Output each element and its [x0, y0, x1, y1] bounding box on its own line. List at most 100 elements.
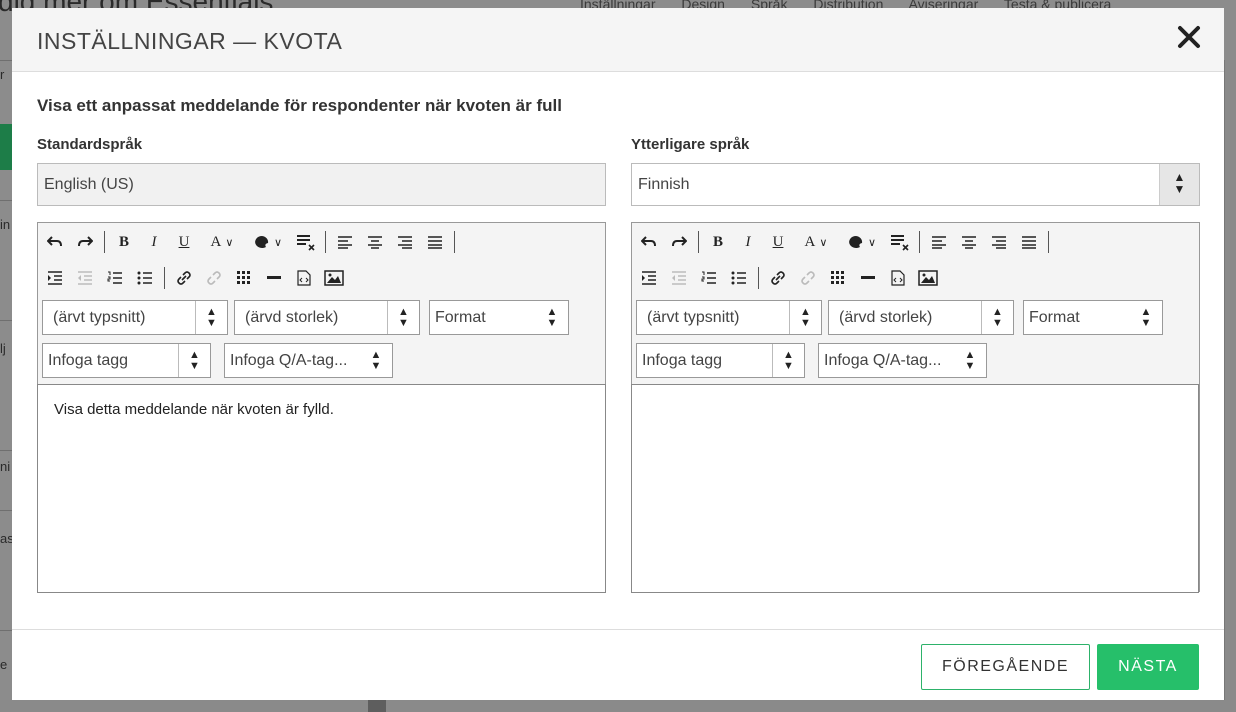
- select-arrows-icon: ▲ ▼: [964, 349, 976, 372]
- italic-button[interactable]: I: [139, 229, 169, 255]
- unlink-icon[interactable]: [793, 265, 823, 291]
- default-language-text-area[interactable]: Visa detta meddelande när kvoten är fyll…: [37, 384, 606, 593]
- insert-qa-tag-value: Infoga Q/A-tag...: [824, 352, 942, 369]
- indent-icon[interactable]: [40, 265, 70, 291]
- editor-toolbar-row-1: B I U A ∨ ∨: [40, 227, 459, 257]
- underline-button[interactable]: U: [169, 229, 199, 255]
- default-language-field: English (US): [37, 163, 606, 206]
- dialog-body: Visa ett anpassat meddelande för respond…: [37, 96, 1200, 593]
- bold-button[interactable]: B: [109, 229, 139, 255]
- outdent-icon[interactable]: [70, 265, 100, 291]
- insert-qa-tag-select[interactable]: Infoga Q/A-tag... ▲ ▼: [224, 343, 393, 378]
- insert-tag-value: Infoga tagg: [48, 352, 129, 369]
- background-green-button: [0, 124, 12, 170]
- underline-button[interactable]: U: [763, 229, 793, 255]
- bg-row: in: [0, 200, 12, 240]
- numbered-list-icon[interactable]: [100, 265, 130, 291]
- align-center-icon[interactable]: [954, 229, 984, 255]
- select-arrows-icon: ▲ ▼: [546, 306, 558, 329]
- additional-language-select[interactable]: Finnish ▲ ▼: [631, 163, 1200, 206]
- font-family-select[interactable]: (ärvt typsnitt) ▲ ▼: [636, 300, 822, 335]
- bg-row: r: [0, 60, 12, 90]
- insert-tag-value: Infoga tagg: [642, 352, 723, 369]
- link-icon[interactable]: [763, 265, 793, 291]
- font-color-button[interactable]: A ∨: [793, 229, 839, 255]
- font-size-value: (ärvd storlek): [839, 309, 933, 326]
- clear-format-icon[interactable]: [291, 229, 321, 255]
- source-code-icon[interactable]: [883, 265, 913, 291]
- background-right-strip: [1224, 60, 1236, 700]
- align-right-icon[interactable]: [984, 229, 1014, 255]
- bullet-list-icon[interactable]: [724, 265, 754, 291]
- table-icon[interactable]: [229, 265, 259, 291]
- insert-tag-select[interactable]: Infoga tagg ▲ ▼: [42, 343, 211, 378]
- additional-language-editor: B I U A ∨ ∨ (ärvt typsnitt) ▲ ▼ (ärvd st…: [631, 222, 1200, 593]
- additional-language-value: Finnish: [638, 176, 690, 193]
- select-arrows-icon: ▲ ▼: [178, 344, 210, 377]
- close-icon[interactable]: [1176, 22, 1202, 52]
- default-language-editor: B I U A ∨ ∨ (ärvt typsnitt) ▲ ▼ (ärvd st…: [37, 222, 606, 593]
- next-button[interactable]: NÄSTA: [1097, 644, 1199, 690]
- source-code-icon[interactable]: [289, 265, 319, 291]
- table-icon[interactable]: [823, 265, 853, 291]
- background-color-button[interactable]: ∨: [245, 229, 291, 255]
- align-left-icon[interactable]: [330, 229, 360, 255]
- horizontal-rule-icon[interactable]: [259, 265, 289, 291]
- horizontal-rule-icon[interactable]: [853, 265, 883, 291]
- undo-icon[interactable]: [634, 229, 664, 255]
- additional-language-label: Ytterligare språk: [631, 136, 750, 153]
- select-arrows-icon: ▲ ▼: [789, 301, 821, 334]
- font-color-button[interactable]: A ∨: [199, 229, 245, 255]
- numbered-list-icon[interactable]: [694, 265, 724, 291]
- align-center-icon[interactable]: [360, 229, 390, 255]
- background-bottom: [0, 700, 1236, 712]
- editor-content: Visa detta meddelande när kvoten är fyll…: [54, 401, 334, 418]
- bg-row: as: [0, 510, 12, 570]
- font-size-select[interactable]: (ärvd storlek) ▲ ▼: [234, 300, 420, 335]
- image-icon[interactable]: [319, 265, 349, 291]
- align-left-icon[interactable]: [924, 229, 954, 255]
- redo-icon[interactable]: [70, 229, 100, 255]
- align-right-icon[interactable]: [390, 229, 420, 255]
- insert-qa-tag-select[interactable]: Infoga Q/A-tag... ▲ ▼: [818, 343, 987, 378]
- select-arrows-icon: ▲ ▼: [387, 301, 419, 334]
- additional-language-column: Ytterligare språk Finnish ▲ ▼ B I U A ∨ ∨: [631, 136, 1200, 593]
- dialog-subtitle: Visa ett anpassat meddelande för respond…: [37, 96, 562, 115]
- quota-settings-dialog: INSTÄLLNINGAR — KVOTA Visa ett anpassat …: [12, 8, 1224, 700]
- font-family-select[interactable]: (ärvt typsnitt) ▲ ▼: [42, 300, 228, 335]
- additional-language-text-area[interactable]: [631, 384, 1199, 593]
- font-size-select[interactable]: (ärvd storlek) ▲ ▼: [828, 300, 1014, 335]
- select-arrows-icon: ▲ ▼: [195, 301, 227, 334]
- font-size-value: (ärvd storlek): [245, 309, 339, 326]
- image-icon[interactable]: [913, 265, 943, 291]
- default-language-column: Standardspråk English (US) B I U A ∨ ∨ (…: [37, 136, 606, 593]
- insert-tag-select[interactable]: Infoga tagg ▲ ▼: [636, 343, 805, 378]
- redo-icon[interactable]: [664, 229, 694, 255]
- font-color-icon: A: [210, 233, 222, 250]
- format-value: Format: [435, 309, 486, 326]
- format-select[interactable]: Format ▲ ▼: [1023, 300, 1163, 335]
- dialog-title: INSTÄLLNINGAR — KVOTA: [37, 28, 343, 54]
- format-value: Format: [1029, 309, 1080, 326]
- dialog-footer: FÖREGÅENDE NÄSTA: [12, 629, 1224, 700]
- previous-button[interactable]: FÖREGÅENDE: [921, 644, 1090, 690]
- select-arrows-icon: ▲ ▼: [981, 301, 1013, 334]
- undo-icon[interactable]: [40, 229, 70, 255]
- indent-icon[interactable]: [634, 265, 664, 291]
- insert-qa-tag-value: Infoga Q/A-tag...: [230, 352, 348, 369]
- outdent-icon[interactable]: [664, 265, 694, 291]
- align-justify-icon[interactable]: [1014, 229, 1044, 255]
- editor-toolbar-row-1: B I U A ∨ ∨: [634, 227, 1053, 257]
- background-color-button[interactable]: ∨: [839, 229, 885, 255]
- link-icon[interactable]: [169, 265, 199, 291]
- align-justify-icon[interactable]: [420, 229, 450, 255]
- bold-button[interactable]: B: [703, 229, 733, 255]
- bg-row: e: [0, 630, 12, 690]
- format-select[interactable]: Format ▲ ▼: [429, 300, 569, 335]
- unlink-icon[interactable]: [199, 265, 229, 291]
- editor-toolbar-row-2: [634, 263, 943, 293]
- bg-row: lj: [0, 320, 12, 380]
- bullet-list-icon[interactable]: [130, 265, 160, 291]
- clear-format-icon[interactable]: [885, 229, 915, 255]
- italic-button[interactable]: I: [733, 229, 763, 255]
